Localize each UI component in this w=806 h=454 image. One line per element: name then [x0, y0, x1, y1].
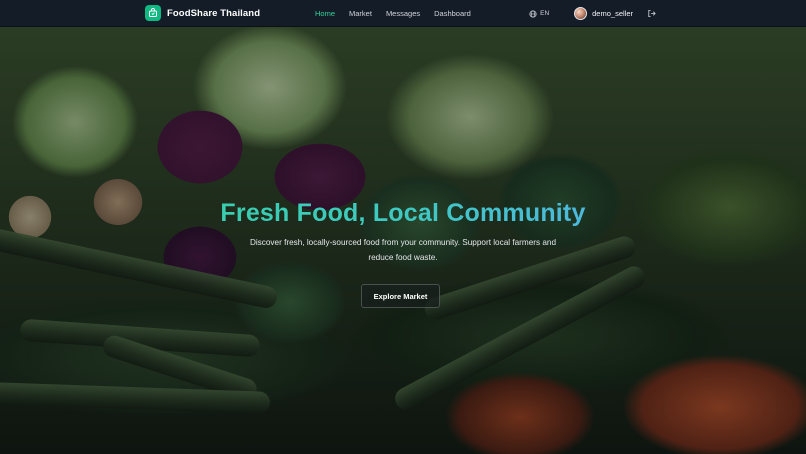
top-navbar: FoodShare Thailand Home Market Messages …: [0, 0, 806, 27]
hero-subtitle: Discover fresh, locally-sourced food fro…: [249, 238, 557, 262]
brand-name: FoodShare Thailand: [167, 7, 261, 19]
hero-section: Fresh Food, Local Community Discover fre…: [0, 27, 806, 454]
nav-link-messages[interactable]: Messages: [386, 9, 420, 18]
globe-icon: [529, 9, 537, 18]
nav-link-home[interactable]: Home: [315, 9, 335, 18]
avatar: [574, 7, 588, 20]
logout-button[interactable]: [647, 9, 656, 18]
hero-title: Fresh Food, Local Community: [0, 199, 806, 228]
nav-right: EN demo_seller: [529, 0, 656, 27]
logout-icon: [648, 9, 656, 18]
language-label: EN: [540, 10, 550, 17]
username: demo_seller: [592, 9, 633, 18]
nav-link-market[interactable]: Market: [349, 9, 372, 18]
user-menu[interactable]: demo_seller: [574, 7, 633, 20]
language-switcher[interactable]: EN: [529, 9, 550, 18]
basket-icon: [145, 5, 161, 21]
explore-market-button[interactable]: Explore Market: [361, 284, 440, 308]
brand[interactable]: FoodShare Thailand: [145, 5, 260, 21]
nav-link-dashboard[interactable]: Dashboard: [434, 9, 471, 18]
hero-content: Fresh Food, Local Community Discover fre…: [0, 27, 806, 454]
nav-links: Home Market Messages Dashboard: [315, 0, 485, 27]
